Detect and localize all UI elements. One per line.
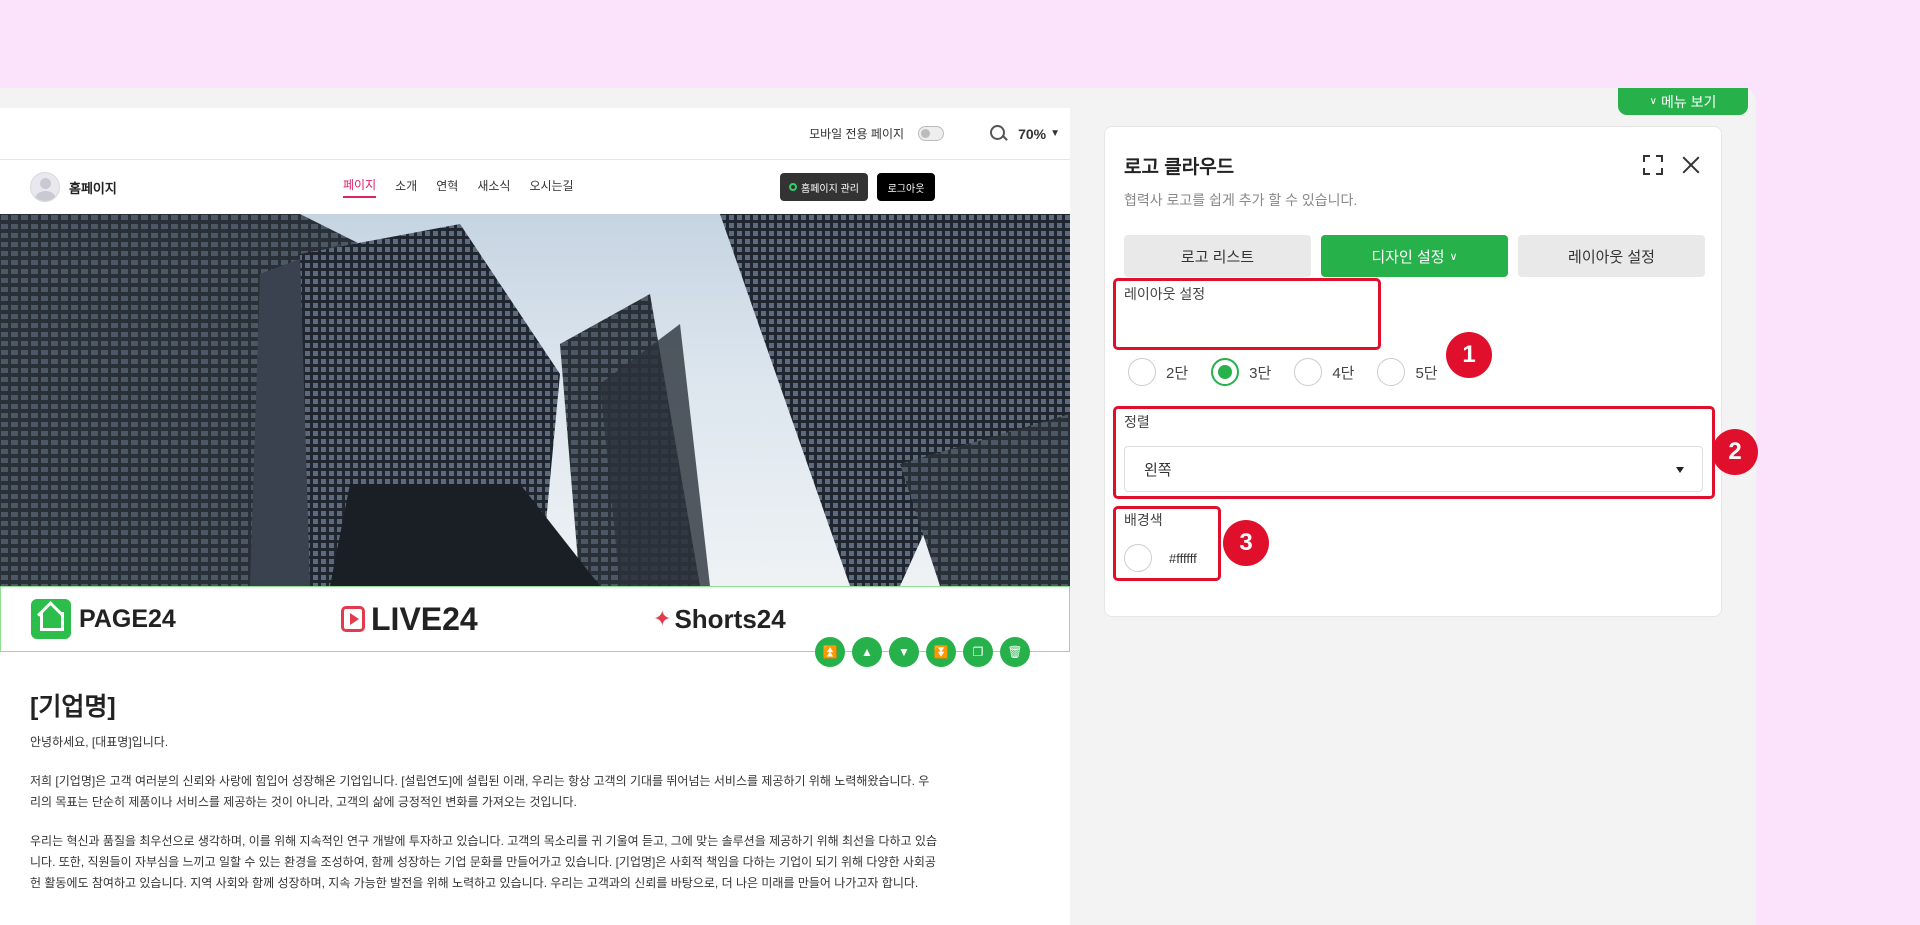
bgcolor-value[interactable]: #ffffff	[1169, 551, 1197, 566]
expand-icon[interactable]	[1643, 155, 1663, 175]
site-header: 홈페이지 페이지 소개 연혁 새소식 오시는길 홈페이지 관리 로그아웃	[0, 160, 1070, 214]
logo-page24: PAGE24	[31, 599, 176, 639]
mobile-only-label: 모바일 전용 페이지	[809, 127, 905, 141]
bgcolor-swatch[interactable]	[1124, 544, 1152, 572]
preview-toolbar: 모바일 전용 페이지 70% ▼	[0, 108, 1070, 160]
close-icon[interactable]	[1679, 153, 1703, 177]
nav-item-page[interactable]: 페이지	[343, 176, 377, 198]
section-controls: ⏫ ▲ ▼ ⏬ ❐ 🗑	[815, 637, 1030, 667]
radio-5[interactable]	[1377, 358, 1406, 386]
annotation-badge-3: 3	[1223, 520, 1269, 566]
page-preview: 모바일 전용 페이지 70% ▼ 홈페이지 페이지 소개 연혁 새소식 오시는길…	[0, 108, 1070, 925]
align-label: 정렬	[1124, 414, 1150, 430]
logo-shorts24: ✦ Shorts24	[653, 603, 786, 634]
radio-3[interactable]	[1211, 358, 1240, 386]
logo-live24: LIVE24	[341, 601, 478, 638]
gear-icon	[789, 183, 797, 191]
manage-homepage-button[interactable]: 홈페이지 관리	[780, 173, 868, 201]
align-select-value: 왼쪽	[1144, 461, 1172, 479]
menu-view-label: 메뉴 보기	[1660, 93, 1717, 110]
menu-view-button[interactable]: ∨ 메뉴 보기	[1618, 88, 1748, 115]
layout-option-2[interactable]: 2단	[1128, 358, 1188, 386]
nav-item-news[interactable]: 새소식	[477, 177, 510, 197]
layout-option-4[interactable]: 4단	[1294, 358, 1354, 386]
layout-option-3[interactable]: 3단	[1211, 358, 1271, 386]
nav-item-intro[interactable]: 소개	[395, 177, 417, 197]
hero-skyscrapers-illustration	[0, 214, 1070, 586]
logo-cloud-panel: 로고 클라우드 협력사 로고를 쉽게 추가 할 수 있습니다. 로고 리스트 디…	[1104, 126, 1722, 617]
greeting-text: 안녕하세요, [대표명]입니다.	[30, 735, 169, 749]
nav-item-location[interactable]: 오시는길	[529, 177, 573, 197]
site-title[interactable]: 홈페이지	[69, 178, 117, 197]
mobile-only-toggle[interactable]	[918, 126, 945, 141]
annotation-badge-1: 1	[1446, 332, 1492, 378]
intro-paragraph-1: 저희 [기업명]은 고객 여러분의 신뢰와 사랑에 힘입어 성장해온 기업입니다…	[30, 774, 930, 809]
trash-icon[interactable]: 🗑	[1000, 637, 1030, 667]
lightning-icon: ✦	[653, 606, 672, 631]
home-icon	[31, 599, 71, 639]
bgcolor-label: 배경색	[1124, 512, 1163, 528]
content-section: [기업명] 안녕하세요, [대표명]입니다. 저희 [기업명]은 고객 여러분의…	[0, 652, 1070, 894]
copy-icon[interactable]: ❐	[963, 637, 993, 667]
chevron-down-icon: ∨	[1649, 96, 1657, 107]
panel-description: 협력사 로고를 쉽게 추가 할 수 있습니다.	[1124, 192, 1358, 208]
tab-design-settings[interactable]: 디자인 설정 ∨	[1321, 235, 1508, 277]
tab-logo-list[interactable]: 로고 리스트	[1124, 235, 1311, 277]
hero-image	[0, 214, 1070, 586]
layout-radio-group: 2단 3단 4단 5단	[1128, 358, 1461, 386]
chevron-down-icon[interactable]: ▼	[1050, 128, 1060, 139]
annotation-badge-2: 2	[1712, 429, 1758, 475]
logout-button[interactable]: 로그아웃	[877, 173, 935, 201]
layout-label: 레이아웃 설정	[1124, 286, 1206, 302]
nav-item-history[interactable]: 연혁	[436, 177, 458, 197]
play-icon	[341, 606, 365, 632]
manage-homepage-label: 홈페이지 관리	[801, 183, 859, 195]
intro-paragraph-2: 우리는 혁신과 품질을 최우선으로 생각하며, 이를 위해 지속적인 연구 개발…	[30, 834, 937, 890]
tab-layout-settings[interactable]: 레이아웃 설정	[1518, 235, 1705, 277]
layout-option-5[interactable]: 5단	[1377, 358, 1438, 386]
move-up-icon[interactable]: ▲	[852, 637, 882, 667]
radio-2[interactable]	[1128, 358, 1156, 386]
move-bottom-icon[interactable]: ⏬	[926, 637, 956, 667]
logo-cloud-strip[interactable]: PAGE24 LIVE24 ✦ Shorts24 ⏫ ▲ ▼ ⏬ ❐ 🗑	[0, 586, 1070, 667]
zoom-out-icon[interactable]	[990, 124, 1008, 143]
radio-4[interactable]	[1294, 358, 1323, 386]
move-down-icon[interactable]: ▼	[889, 637, 919, 667]
panel-title: 로고 클라우드	[1124, 157, 1235, 178]
move-top-icon[interactable]: ⏫	[815, 637, 845, 667]
site-nav: 페이지 소개 연혁 새소식 오시는길	[343, 160, 593, 214]
zoom-select[interactable]: 70%	[1018, 126, 1046, 142]
avatar	[30, 172, 60, 202]
align-select[interactable]: 왼쪽	[1124, 446, 1703, 492]
company-heading: [기업명]	[30, 693, 116, 721]
caret-down-icon	[1676, 467, 1684, 473]
panel-tabs: 로고 리스트 디자인 설정 ∨ 레이아웃 설정	[1124, 235, 1705, 277]
chevron-down-icon: ∨	[1449, 250, 1458, 263]
